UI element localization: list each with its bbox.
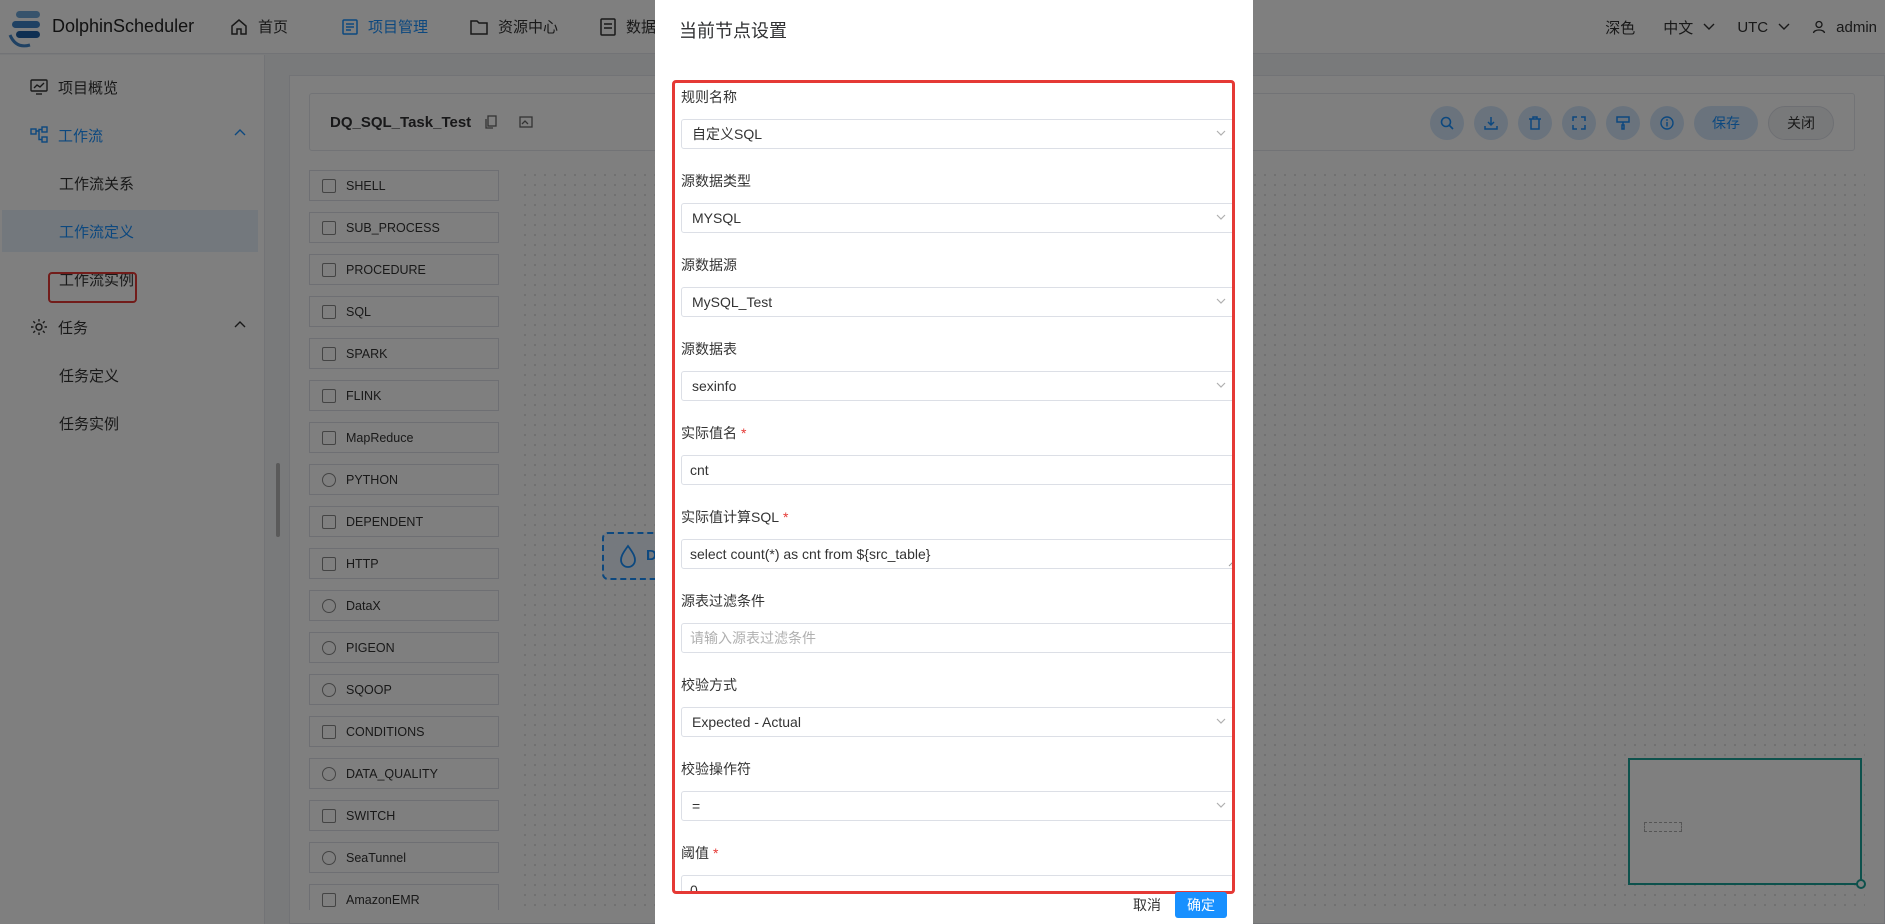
actual-value-sql-field: 实际值计算SQL * select count(*) as cnt from ${… xyxy=(681,507,1232,569)
field-label: 校验操作符 xyxy=(681,761,751,777)
required-mark: * xyxy=(783,509,789,525)
textarea-value: select count(*) as cnt from ${src_table} xyxy=(690,546,931,562)
check-type-select[interactable]: Expected - Actual xyxy=(681,707,1232,737)
check-type-field: 校验方式 Expected - Actual xyxy=(681,675,1232,737)
drawer-footer: 取消 确定 xyxy=(1119,892,1227,918)
src-filter-field: 源表过滤条件 请输入源表过滤条件 xyxy=(681,591,1232,653)
operator-field: 校验操作符 = xyxy=(681,759,1232,821)
resize-grip-icon[interactable] xyxy=(1228,560,1235,567)
src-datasource-select[interactable]: MySQL_Test xyxy=(681,287,1232,317)
input-value: 0 xyxy=(690,882,698,894)
field-label: 源数据表 xyxy=(681,341,737,357)
cancel-button[interactable]: 取消 xyxy=(1119,892,1175,918)
field-label-row: 实际值计算SQL * xyxy=(681,507,1232,527)
rule-name-select[interactable]: 自定义SQL xyxy=(681,119,1232,149)
select-value: MySQL_Test xyxy=(692,294,773,310)
threshold-field: 阈值 * 0 xyxy=(681,843,1232,891)
select-value: = xyxy=(692,798,701,814)
rule-name-field: 规则名称 自定义SQL xyxy=(681,87,1232,149)
field-label: 规则名称 xyxy=(681,89,737,105)
src-type-select[interactable]: MYSQL xyxy=(681,203,1232,233)
select-value: MYSQL xyxy=(692,210,742,226)
confirm-button[interactable]: 确定 xyxy=(1175,892,1227,918)
chevron-down-icon xyxy=(1216,718,1226,724)
field-label-row: 阈值 * xyxy=(681,843,1232,863)
field-label: 阈值 xyxy=(681,845,709,861)
field-label: 源表过滤条件 xyxy=(681,593,765,609)
operator-select[interactable]: = xyxy=(681,791,1232,821)
actual-value-name-input[interactable]: cnt xyxy=(681,455,1232,485)
field-label: 源数据源 xyxy=(681,257,737,273)
field-label-row: 实际值名 * xyxy=(681,423,1232,443)
chevron-down-icon xyxy=(1216,130,1226,136)
chevron-down-icon xyxy=(1216,382,1226,388)
field-label: 实际值计算SQL xyxy=(681,509,780,525)
required-mark: * xyxy=(741,425,747,441)
required-mark: * xyxy=(713,845,719,861)
actual-value-name-field: 实际值名 * cnt xyxy=(681,423,1232,485)
field-label: 实际值名 xyxy=(681,425,737,441)
input-value: cnt xyxy=(690,462,709,478)
src-type-field: 源数据类型 MYSQL xyxy=(681,171,1232,233)
input-placeholder: 请输入源表过滤条件 xyxy=(690,630,816,646)
src-table-field: 源数据表 sexinfo xyxy=(681,339,1232,401)
drawer-title: 当前节点设置 xyxy=(679,21,787,41)
chevron-down-icon xyxy=(1216,802,1226,808)
src-filter-input[interactable]: 请输入源表过滤条件 xyxy=(681,623,1232,653)
src-table-select[interactable]: sexinfo xyxy=(681,371,1232,401)
field-label: 源数据类型 xyxy=(681,173,751,189)
select-value: sexinfo xyxy=(692,378,737,394)
chevron-down-icon xyxy=(1216,298,1226,304)
select-value: 自定义SQL xyxy=(692,126,763,142)
src-datasource-field: 源数据源 MySQL_Test xyxy=(681,255,1232,317)
select-value: Expected - Actual xyxy=(692,714,801,730)
form-highlight-box: 规则名称 自定义SQL 源数据类型 MYSQL 源数据源 MySQL_Test … xyxy=(672,80,1235,894)
chevron-down-icon xyxy=(1216,214,1226,220)
field-label: 校验方式 xyxy=(681,677,737,693)
node-settings-drawer: 当前节点设置 规则名称 自定义SQL 源数据类型 MYSQL 源数据源 MySQ… xyxy=(655,0,1253,924)
actual-value-sql-textarea[interactable]: select count(*) as cnt from ${src_table} xyxy=(681,539,1235,569)
